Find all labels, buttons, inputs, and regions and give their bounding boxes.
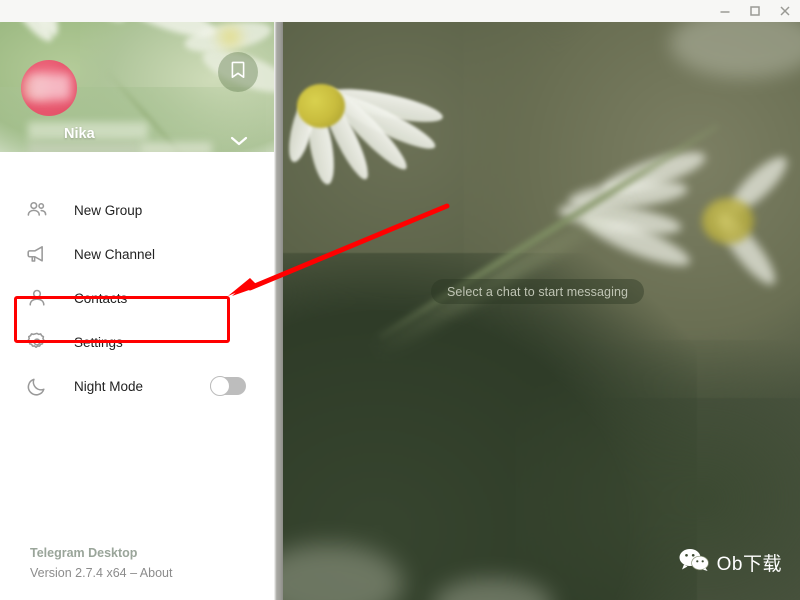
menu-item-label: New Group (74, 202, 143, 218)
group-icon (24, 197, 50, 223)
moon-icon (24, 373, 50, 399)
person-icon (24, 285, 50, 311)
sidebar-header: Nika (0, 22, 274, 152)
menu-list: New Group New Channel Contacts Settings … (0, 152, 274, 408)
night-mode-toggle[interactable] (210, 376, 246, 396)
account-switcher-button[interactable] (226, 134, 252, 152)
toggle-knob (210, 376, 230, 396)
saved-messages-button[interactable] (218, 52, 258, 92)
chevron-down-icon (229, 134, 249, 152)
avatar[interactable] (21, 60, 77, 116)
app-version[interactable]: Version 2.7.4 x64 – About (30, 566, 172, 580)
menu-item-new-channel[interactable]: New Channel (0, 232, 274, 276)
chat-placeholder-pill: Select a chat to start messaging (431, 279, 645, 304)
main-menu-sidebar: Nika New Group New Channel Contacts Sett… (0, 22, 274, 600)
minimize-button[interactable] (710, 0, 740, 22)
pane-divider (274, 22, 283, 600)
menu-item-label: Settings (74, 334, 123, 350)
maximize-button[interactable] (740, 0, 770, 22)
bookmark-icon (230, 61, 246, 84)
menu-item-label: New Channel (74, 246, 156, 262)
menu-item-settings[interactable]: Settings (0, 320, 274, 364)
redacted-phone (28, 142, 140, 152)
app-name: Telegram Desktop (30, 546, 138, 560)
megaphone-icon (24, 241, 50, 267)
watermark: Ob下载 (679, 549, 782, 576)
wechat-icon (679, 549, 709, 576)
chat-background-image (283, 22, 800, 600)
redacted-block (140, 142, 212, 152)
watermark-text: Ob下载 (716, 554, 782, 575)
app-version-footer: Telegram Desktop Version 2.7.4 x64 – Abo… (30, 546, 172, 580)
menu-item-label: Night Mode (74, 378, 144, 394)
chat-pane (283, 22, 800, 600)
menu-item-contacts[interactable]: Contacts (0, 276, 274, 320)
menu-item-new-group[interactable]: New Group (0, 188, 274, 232)
gear-icon (24, 329, 50, 355)
account-name: Nika (64, 126, 95, 142)
window-titlebar (0, 0, 800, 22)
close-button[interactable] (770, 0, 800, 22)
menu-item-label: Contacts (74, 290, 128, 306)
menu-item-night-mode[interactable]: Night Mode (0, 364, 274, 408)
